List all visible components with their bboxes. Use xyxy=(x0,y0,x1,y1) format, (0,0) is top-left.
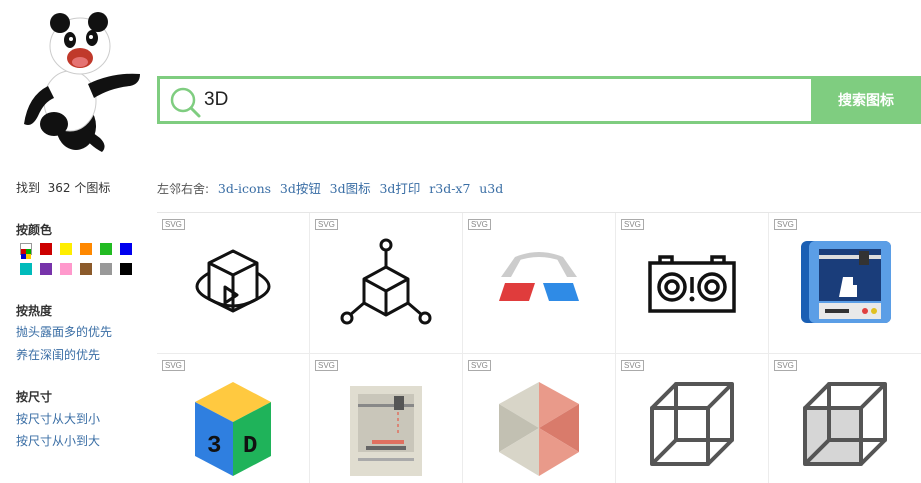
hexagon-cube-icon xyxy=(499,382,579,476)
search-query-text: 3D xyxy=(204,89,229,110)
svg-format-badge: SVG xyxy=(774,219,797,230)
icon-card[interactable]: SVG xyxy=(769,354,921,483)
color-swatch-all[interactable] xyxy=(20,243,32,259)
panda-mascot-logo xyxy=(24,12,140,152)
3d-glasses-icon xyxy=(499,252,579,301)
color-swatch[interactable] xyxy=(120,263,132,275)
svg-format-badge: SVG xyxy=(315,219,338,230)
svg-format-badge: SVG xyxy=(468,219,491,230)
related-link-3d-icon[interactable]: 3d图标 xyxy=(330,181,371,196)
icon-card[interactable]: SVG 3 D xyxy=(157,354,310,483)
wireframe-cube-icon xyxy=(650,382,734,466)
related-link-3d-icons[interactable]: 3d-icons xyxy=(218,181,271,196)
color-swatch[interactable] xyxy=(40,243,52,255)
svg-format-badge: SVG xyxy=(774,360,797,371)
color-swatch[interactable] xyxy=(40,263,52,275)
color-swatch[interactable] xyxy=(80,263,92,275)
color-swatch[interactable] xyxy=(100,263,112,275)
related-searches: 左邻右舍: 3d-icons 3d按钮 3d图标 3d打印 r3d-x7 u3d xyxy=(157,178,503,197)
icon-card[interactable]: SVG xyxy=(463,213,616,354)
search-input[interactable]: 3D xyxy=(157,76,811,124)
related-link-u3d[interactable]: u3d xyxy=(479,181,503,196)
popularity-filter-heading: 按热度 xyxy=(16,304,53,318)
size-filter-heading: 按尺寸 xyxy=(16,390,53,404)
svg-format-badge: SVG xyxy=(621,360,644,371)
icon-card[interactable]: SVG xyxy=(157,213,310,354)
color-filter-heading: 按颜色 xyxy=(16,223,53,237)
cube-nodes-icon xyxy=(340,238,432,325)
sort-obscure-first-link[interactable]: 养在深闺的优先 xyxy=(16,346,100,363)
color-swatch[interactable] xyxy=(120,243,132,255)
related-label: 左邻右舍: xyxy=(157,182,210,196)
color-swatch[interactable] xyxy=(80,243,92,255)
camera-3d-icon xyxy=(648,255,736,313)
color-swatch[interactable] xyxy=(60,243,72,255)
result-count: 找到 362 个图标 xyxy=(16,181,111,195)
icon-card[interactable]: SVG xyxy=(463,354,616,483)
3d-printer-blue-icon xyxy=(801,241,891,323)
color-swatch[interactable] xyxy=(60,263,72,275)
svg-format-badge: SVG xyxy=(162,219,185,230)
3d-printer-gray-icon xyxy=(350,386,422,476)
svg-format-badge: SVG xyxy=(468,360,491,371)
related-link-3d-print[interactable]: 3d打印 xyxy=(379,181,420,196)
svg-format-badge: SVG xyxy=(162,360,185,371)
sort-popular-first-link[interactable]: 抛头露面多的优先 xyxy=(16,323,112,340)
search-button[interactable]: 搜索图标 xyxy=(811,76,921,124)
gray-cube-icon xyxy=(803,382,887,466)
color-swatch[interactable] xyxy=(20,263,32,275)
svg-text:3: 3 xyxy=(207,433,221,460)
search-icon xyxy=(170,87,201,118)
sort-size-asc-link[interactable]: 按尺寸从小到大 xyxy=(16,432,100,449)
svg-format-badge: SVG xyxy=(315,360,338,371)
icon-card[interactable]: SVG xyxy=(616,354,769,483)
icon-card[interactable]: SVG xyxy=(616,213,769,354)
related-link-3d-button[interactable]: 3d按钮 xyxy=(280,181,321,196)
icon-results-grid: SVG SVG SVG SVG SVG SVG 3 D SVG SVG SVG … xyxy=(157,212,921,483)
sort-size-desc-link[interactable]: 按尺寸从大到小 xyxy=(16,410,100,427)
icon-card[interactable]: SVG xyxy=(310,213,463,354)
cube-rotate-icon xyxy=(195,249,271,313)
svg-text:D: D xyxy=(243,433,257,460)
svg-format-badge: SVG xyxy=(621,219,644,230)
color-swatch[interactable] xyxy=(100,243,112,255)
related-link-r3d-x7[interactable]: r3d-x7 xyxy=(429,181,470,196)
icon-card[interactable]: SVG xyxy=(769,213,921,354)
icon-card[interactable]: SVG xyxy=(310,354,463,483)
3d-cube-colored-icon: 3 D xyxy=(195,382,271,476)
